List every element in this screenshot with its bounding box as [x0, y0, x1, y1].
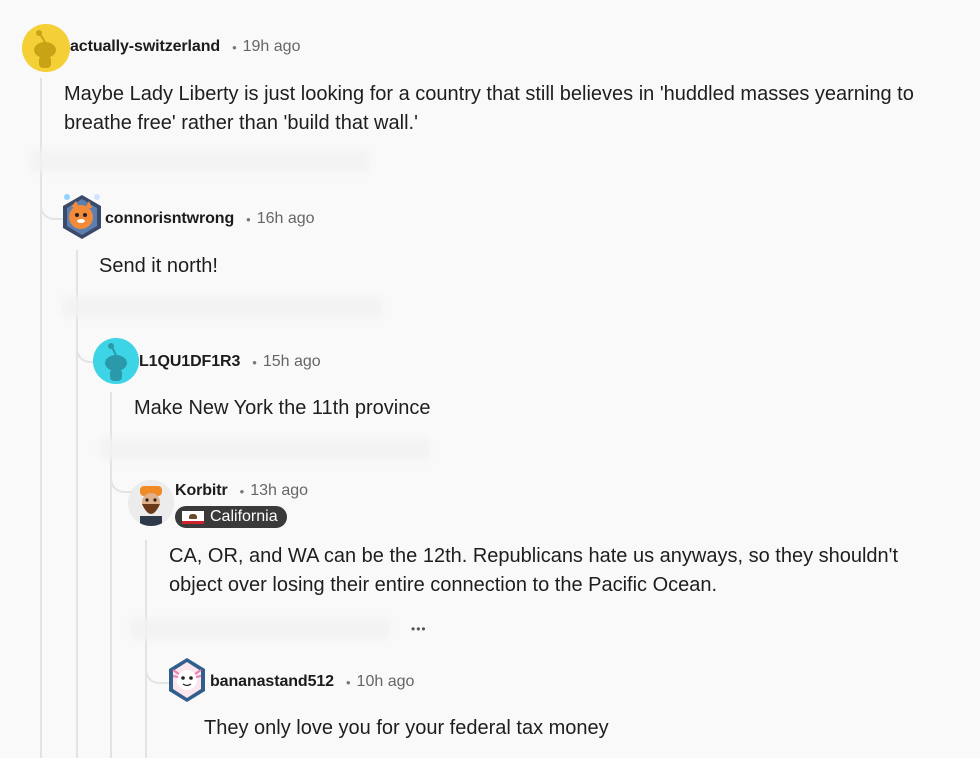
comment-timestamp[interactable]: 13h ago — [250, 482, 308, 500]
avatar-icon — [63, 194, 101, 239]
comment-body: Send it north! — [99, 255, 218, 277]
comment-body: CA, OR, and WA can be the 12th. Republic… — [169, 545, 899, 596]
separator-dot: • — [239, 483, 245, 499]
comment-timestamp[interactable]: 16h ago — [257, 210, 315, 228]
snoo-icon — [22, 24, 70, 72]
comment-body: Make New York the 11th province — [134, 397, 431, 419]
comment-thread: actually-switzerland • 19h ago Maybe Lad… — [0, 0, 980, 758]
orange-cat-avatar[interactable] — [59, 193, 105, 241]
snoo-avatar-yellow[interactable] — [22, 24, 70, 72]
snoo-icon — [93, 338, 139, 384]
action-row-placeholder — [130, 618, 390, 640]
flair-label: California — [210, 508, 278, 525]
comment-timestamp[interactable]: 10h ago — [357, 673, 415, 691]
separator-dot: • — [252, 354, 257, 370]
comment-header: bananastand512 • 10h ago — [210, 672, 414, 692]
action-row-placeholder — [30, 150, 370, 172]
comment-author[interactable]: bananastand512 — [210, 673, 334, 691]
comment-header: L1QU1DF1R3 • 15h ago — [139, 352, 321, 372]
separator-dot: • — [345, 674, 351, 690]
separator-dot: • — [232, 39, 237, 55]
bearded-man-avatar[interactable] — [128, 480, 174, 526]
thread-line-level-2[interactable] — [76, 250, 78, 758]
action-row-placeholder — [62, 296, 382, 318]
comment-author[interactable]: L1QU1DF1R3 — [139, 353, 240, 371]
thread-line-level-4[interactable] — [145, 540, 147, 758]
separator-dot: • — [246, 211, 251, 227]
avatar-icon — [128, 480, 174, 526]
comment-timestamp[interactable]: 19h ago — [243, 38, 301, 56]
thread-line-level-1[interactable] — [40, 78, 42, 758]
thread-branch — [110, 469, 132, 493]
california-flag-icon — [182, 510, 204, 524]
axolotl-avatar[interactable] — [165, 656, 209, 704]
more-options-button[interactable]: ••• — [411, 623, 427, 635]
snoo-avatar-cyan[interactable] — [93, 338, 139, 384]
avatar-icon — [169, 658, 205, 702]
comment-body: Maybe Lady Liberty is just looking for a… — [64, 83, 914, 134]
action-row-placeholder — [100, 438, 430, 460]
comment-header: connorisntwrong • 16h ago — [105, 209, 315, 229]
comment-body: They only love you for your federal tax … — [204, 717, 609, 739]
comment-author[interactable]: connorisntwrong — [105, 210, 234, 228]
comment-header: actually-switzerland • 19h ago — [70, 37, 300, 57]
comment-timestamp[interactable]: 15h ago — [263, 353, 321, 371]
user-flair: California — [175, 506, 287, 528]
comment-header: Korbitr • 13h ago — [175, 481, 308, 501]
comment-author[interactable]: Korbitr — [175, 482, 228, 500]
comment-author[interactable]: actually-switzerland — [70, 38, 220, 56]
